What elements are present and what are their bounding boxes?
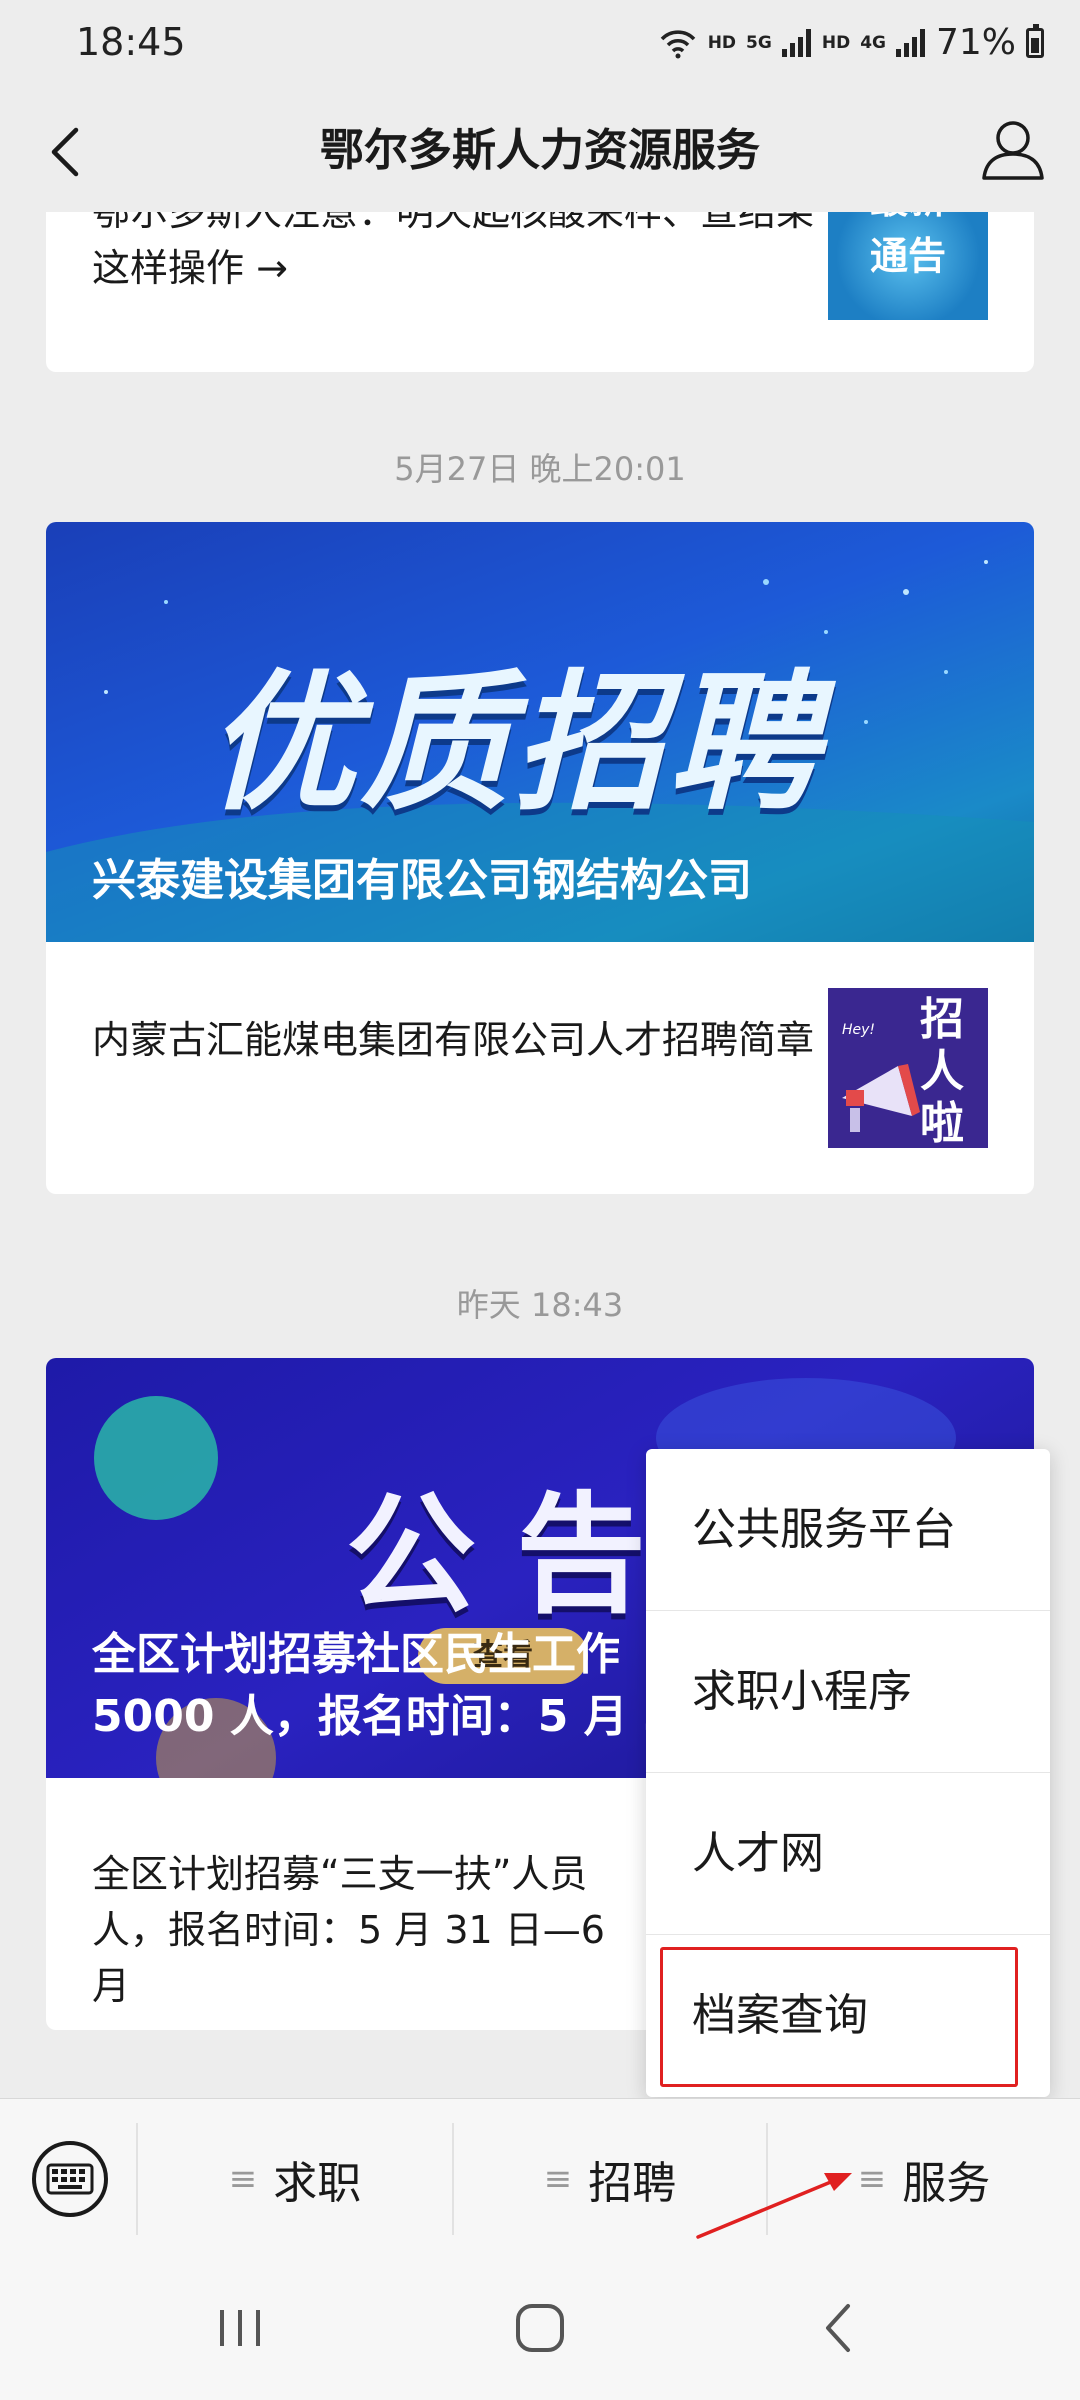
profile-button[interactable]: [976, 112, 1050, 186]
menu-item-job-miniprogram[interactable]: 求职小程序: [646, 1611, 1050, 1773]
page-title: 鄂尔多斯人力资源服务: [320, 125, 760, 176]
status-time: 18:45: [76, 20, 186, 64]
article-thumbnail: Hey! 招人啦: [828, 988, 988, 1148]
keyboard-button[interactable]: [30, 2139, 110, 2219]
hd-badge-2: HD: [821, 32, 851, 53]
thumb-text: 招人啦: [920, 994, 964, 1148]
battery-percent: 71%: [935, 22, 1016, 63]
menu-list-icon: ≡: [228, 2159, 258, 2199]
recents-icon: [220, 2310, 260, 2346]
user-icon: [982, 121, 1044, 180]
highlight-box: [660, 1947, 1018, 2087]
back-icon: [826, 2304, 850, 2352]
battery-icon: [1026, 23, 1044, 58]
menu-tab-label: 服务: [902, 2158, 991, 2209]
recents-button[interactable]: [200, 2288, 280, 2368]
wifi-icon: [660, 29, 695, 58]
menu-tab-label: 求职: [273, 2158, 362, 2209]
banner-art-text: 优质招聘: [206, 657, 823, 831]
banner-title-line-1: 全区计划招募社区民生工作: [92, 1629, 620, 1680]
network-gen-2: 4G: [860, 32, 886, 53]
signal-icon: [781, 28, 812, 57]
network-gen-1: 5G: [746, 32, 772, 53]
status-bar: 18:45 HD 5G HD 4G 71%: [0, 0, 1080, 92]
service-popup-menu: 公共服务平台 求职小程序 人才网 档案查询: [646, 1449, 1050, 2097]
article-row[interactable]: 内蒙古汇能煤电集团有限公司人才招聘简章 Hey! 招人啦: [46, 942, 1034, 1194]
bottom-menu-bar: ≡ 求职 ≡ 招聘 ≡ 服务: [0, 2098, 1080, 2258]
menu-item-public-service[interactable]: 公共服务平台: [646, 1449, 1050, 1611]
menu-item-talent-network[interactable]: 人才网: [646, 1773, 1050, 1935]
menu-tab-job-seeking[interactable]: ≡ 求职: [138, 2099, 452, 2259]
banner-art-text: 公告: [346, 1479, 687, 1631]
home-icon: [516, 2304, 564, 2352]
keyboard-icon: [32, 2141, 108, 2217]
thumb-small-text: Hey!: [842, 1022, 876, 1038]
status-icons: HD 5G HD 4G 71%: [658, 22, 1044, 63]
signal-icon-2: [895, 28, 926, 57]
banner-title-line-2: 5000 人，报名时间：5 月 3: [92, 1691, 674, 1742]
menu-list-icon: ≡: [857, 2159, 887, 2199]
menu-tab-label: 招聘: [588, 2158, 677, 2209]
system-back-button[interactable]: [800, 2288, 880, 2368]
thumb-text: 最新通告: [869, 212, 946, 278]
banner-title: 兴泰建设集团有限公司钢结构公司: [92, 855, 752, 906]
article-title: 内蒙古汇能煤电集团有限公司人才招聘简章: [92, 1018, 815, 1062]
home-button[interactable]: [500, 2288, 580, 2368]
hd-badge-1: HD: [707, 32, 737, 53]
article-card: 鄂尔多斯人注意：明天起核酸采样、查结果这样操作 → 最新通告: [46, 212, 1034, 372]
nav-bar: 鄂尔多斯人力资源服务: [0, 92, 1080, 212]
article-title: 全区计划招募“三支一扶”人员人，报名时间：5 月 31 日—6 月: [92, 1852, 605, 2008]
article-card: 优质招聘 兴泰建设集团有限公司钢结构公司 内蒙古汇能煤电集团有限公司人才招聘简章…: [46, 522, 1034, 1194]
timestamp: 5月27日 晚上20:01: [394, 450, 686, 488]
menu-tab-service[interactable]: ≡ 服务: [768, 2099, 1080, 2259]
timestamp: 昨天 18:43: [456, 1286, 624, 1324]
menu-tab-recruitment[interactable]: ≡ 招聘: [454, 2099, 766, 2259]
banner-article[interactable]: 优质招聘 兴泰建设集团有限公司钢结构公司: [46, 522, 1034, 942]
article-row[interactable]: 鄂尔多斯人注意：明天起核酸采样、查结果这样操作 → 最新通告: [46, 212, 1034, 372]
system-nav-bar: [0, 2258, 1080, 2400]
article-title: 鄂尔多斯人注意：明天起核酸采样、查结果这样操作 →: [92, 212, 815, 290]
menu-list-icon: ≡: [543, 2159, 573, 2199]
menu-item-archive-query[interactable]: 档案查询: [646, 1935, 1050, 2097]
article-thumbnail: 最新通告: [828, 212, 988, 320]
banner-title: 全区计划招募社区民生工作 5000 人，报名时间：5 月 3: [92, 1624, 674, 1748]
